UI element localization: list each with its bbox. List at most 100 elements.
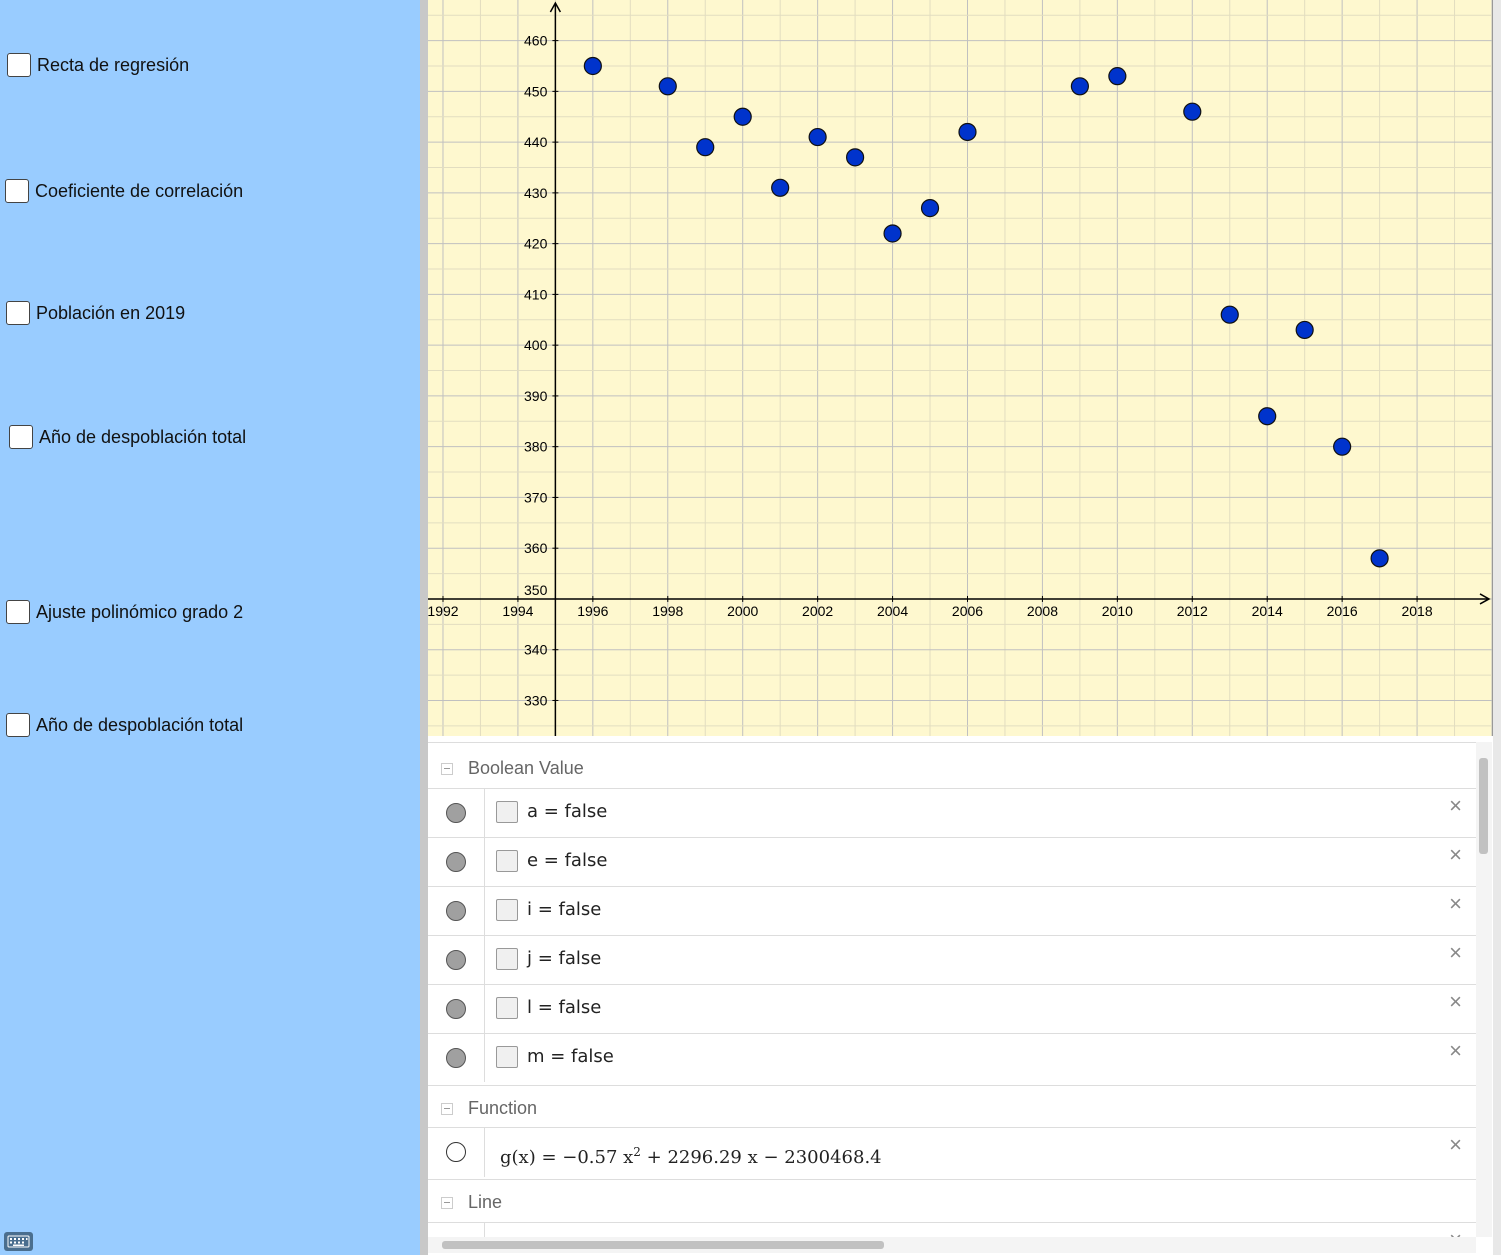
- checkbox[interactable]: [9, 425, 33, 449]
- checkbox-label: Recta de regresión: [37, 54, 190, 75]
- algebra-item-g[interactable]: g(x) = −0.57 x2 + 2296.29 x − 2300468.4 …: [428, 1127, 1476, 1177]
- x-tick-label: 2018: [1401, 603, 1432, 619]
- close-icon[interactable]: ×: [1449, 842, 1462, 868]
- checkbox-row-recta[interactable]: Recta de regresión: [7, 53, 189, 77]
- checkbox-row-despoblacion-1[interactable]: Año de despoblación total: [9, 425, 246, 449]
- graphics-view[interactable]: 1992 1994 1996 1998 2000 2002 2004 2006 2008 2010…: [428, 0, 1493, 736]
- checkbox[interactable]: [5, 179, 29, 203]
- algebra-item-line[interactable]: ×: [428, 1222, 1476, 1238]
- y-tick-label: 420: [524, 236, 548, 252]
- checkbox[interactable]: [6, 713, 30, 737]
- checkbox-row-despoblacion-2[interactable]: Año de despoblación total: [6, 713, 243, 737]
- y-tick-label: 410: [524, 286, 548, 302]
- row-separator: [484, 1128, 485, 1177]
- group-title: Boolean Value: [468, 758, 584, 778]
- visibility-toggle[interactable]: [446, 1142, 466, 1162]
- checkbox-row-ajuste[interactable]: Ajuste polinómico grado 2: [6, 600, 243, 624]
- algebra-expression[interactable]: m = false: [527, 1046, 614, 1067]
- left-panel: Recta de regresión Coeficiente de correl…: [0, 0, 420, 1255]
- visibility-toggle[interactable]: [446, 852, 466, 872]
- boolean-checkbox[interactable]: [496, 850, 518, 872]
- data-point: [845, 148, 865, 167]
- scatter-plot[interactable]: 1992 1994 1996 1998 2000 2002 2004 2006 2008 2010…: [428, 0, 1492, 736]
- algebra-item-m[interactable]: m = false ×: [428, 1033, 1476, 1082]
- right-edge: [1493, 0, 1501, 1255]
- y-tick-label: 340: [524, 642, 548, 658]
- visibility-toggle[interactable]: [446, 950, 466, 970]
- close-icon[interactable]: ×: [1449, 1038, 1462, 1064]
- algebra-expression[interactable]: j = false: [527, 948, 601, 969]
- x-tick-label: 2016: [1327, 603, 1358, 619]
- row-separator: [484, 838, 485, 886]
- x-tick-label: 1998: [652, 603, 683, 619]
- x-tick-label: 2008: [1027, 603, 1058, 619]
- checkbox[interactable]: [7, 53, 31, 77]
- group-header-function[interactable]: Function: [428, 1085, 1476, 1131]
- group-title: Function: [468, 1098, 538, 1118]
- checkbox-label: Año de despoblación total: [36, 714, 244, 735]
- function-expression-rhs: + 2296.29 x − 2300468.4: [640, 1147, 882, 1168]
- visibility-toggle[interactable]: [446, 1048, 466, 1068]
- y-tick-label: 460: [524, 33, 548, 49]
- row-separator: [484, 789, 485, 837]
- horizontal-scrollbar[interactable]: [428, 1237, 1476, 1253]
- close-icon[interactable]: ×: [1449, 989, 1462, 1015]
- checkbox-row-poblacion[interactable]: Población en 2019: [6, 301, 185, 325]
- collapse-icon[interactable]: [441, 1196, 453, 1209]
- close-icon[interactable]: ×: [1449, 1132, 1462, 1158]
- x-tick-label: 2012: [1177, 603, 1208, 619]
- y-tick-label: 380: [524, 439, 548, 455]
- row-separator: [484, 985, 485, 1033]
- algebra-expression[interactable]: l = false: [527, 997, 601, 1018]
- algebra-expression[interactable]: a = false: [527, 801, 607, 822]
- vertical-scrollbar[interactable]: [1476, 742, 1492, 1237]
- algebra-expression[interactable]: i = false: [527, 899, 601, 920]
- checkbox-label: Población en 2019: [36, 302, 186, 323]
- x-tick-label: 1996: [577, 603, 608, 619]
- algebra-item-a[interactable]: a = false ×: [428, 788, 1476, 837]
- algebra-item-e[interactable]: e = false ×: [428, 837, 1476, 886]
- boolean-checkbox[interactable]: [496, 948, 518, 970]
- data-point: [958, 122, 977, 142]
- data-point: [733, 107, 752, 126]
- checkbox[interactable]: [6, 301, 30, 325]
- panel-divider[interactable]: [420, 0, 428, 1255]
- data-point: [583, 56, 602, 76]
- close-icon[interactable]: ×: [1449, 940, 1462, 966]
- data-point: [883, 224, 902, 243]
- y-tick-label: 450: [524, 83, 548, 99]
- scrollbar-thumb[interactable]: [442, 1241, 884, 1249]
- algebra-item-l[interactable]: l = false ×: [428, 984, 1476, 1033]
- algebra-item-j[interactable]: j = false ×: [428, 935, 1476, 984]
- x-tick-label: 2002: [802, 603, 833, 619]
- x-tick-label: 2014: [1252, 603, 1283, 619]
- group-header-line[interactable]: Line: [428, 1179, 1476, 1225]
- checkbox[interactable]: [6, 600, 30, 624]
- y-tick-label: 370: [524, 489, 548, 505]
- row-separator: [484, 936, 485, 984]
- x-tick-label: 2000: [727, 603, 758, 619]
- boolean-checkbox[interactable]: [496, 997, 518, 1019]
- algebra-expression[interactable]: g(x) = −0.57 x2 + 2296.29 x − 2300468.4: [500, 1145, 882, 1168]
- visibility-toggle[interactable]: [446, 999, 466, 1019]
- y-tick-label: 390: [524, 388, 548, 404]
- row-separator: [484, 1034, 485, 1082]
- visibility-toggle[interactable]: [446, 901, 466, 921]
- close-icon[interactable]: ×: [1449, 891, 1462, 917]
- data-point: [1183, 102, 1202, 121]
- group-header-boolean[interactable]: Boolean Value: [428, 746, 1476, 791]
- collapse-icon[interactable]: [441, 1102, 453, 1115]
- data-point: [1220, 305, 1239, 324]
- close-icon[interactable]: ×: [1449, 793, 1462, 819]
- boolean-checkbox[interactable]: [496, 899, 518, 921]
- algebra-expression[interactable]: e = false: [527, 850, 607, 871]
- collapse-icon[interactable]: [441, 762, 453, 775]
- boolean-checkbox[interactable]: [496, 801, 518, 823]
- boolean-checkbox[interactable]: [496, 1046, 518, 1068]
- algebra-item-i[interactable]: i = false ×: [428, 886, 1476, 935]
- keyboard-icon[interactable]: [4, 1232, 33, 1251]
- checkbox-row-coeficiente[interactable]: Coeficiente de correlación: [5, 179, 243, 203]
- data-point: [1108, 67, 1127, 86]
- scrollbar-thumb[interactable]: [1479, 758, 1488, 854]
- visibility-toggle[interactable]: [446, 803, 466, 823]
